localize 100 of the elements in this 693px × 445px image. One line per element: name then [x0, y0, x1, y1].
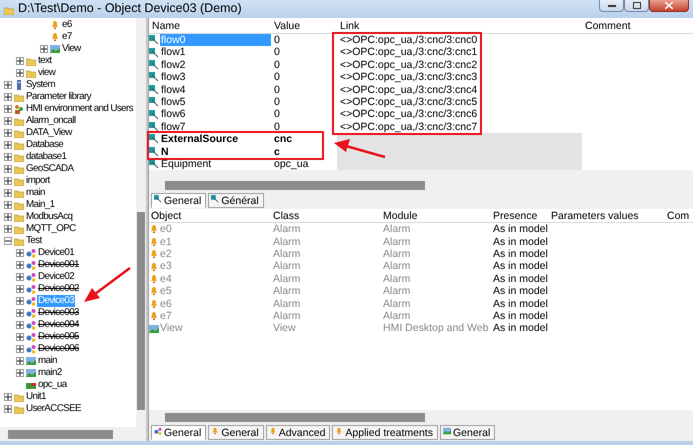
column-header[interactable]: Class: [271, 209, 381, 224]
tree-item[interactable]: view: [37, 67, 56, 79]
column-header[interactable]: Parameters values: [549, 209, 665, 224]
tree-item[interactable]: DATA_View: [25, 127, 73, 139]
table-cell[interactable]: e4: [160, 272, 172, 286]
tree-item[interactable]: opc_ua: [37, 379, 68, 391]
tree-item[interactable]: Main_1: [25, 199, 56, 211]
tree-item[interactable]: Device004: [37, 319, 80, 331]
tree-item[interactable]: Unit1: [25, 391, 47, 403]
tree-item[interactable]: Device003: [37, 307, 80, 319]
tree-item[interactable]: ModbusAcq: [25, 211, 74, 223]
tree-item[interactable]: Device006: [37, 343, 80, 355]
tree-item[interactable]: e6: [61, 19, 73, 31]
expander-button[interactable]: [4, 93, 12, 101]
column-header[interactable]: Link: [337, 18, 582, 34]
expander-button[interactable]: [4, 105, 12, 113]
expander-button[interactable]: [16, 273, 24, 281]
tab[interactable]: General: [151, 425, 206, 440]
tree-item[interactable]: Device002: [37, 283, 80, 295]
expander-button[interactable]: [4, 177, 12, 185]
tab[interactable]: General: [151, 193, 206, 208]
tree-item[interactable]: database1: [25, 151, 68, 163]
tree-item[interactable]: main: [37, 355, 58, 367]
tree-item[interactable]: Device02: [37, 271, 76, 283]
tab[interactable]: General: [208, 425, 264, 440]
expander-button[interactable]: [4, 153, 12, 161]
table-cell[interactable]: flow5: [160, 96, 271, 108]
table-cell[interactable]: flow3: [160, 71, 271, 84]
tree-item[interactable]: main: [25, 187, 46, 199]
expander-button[interactable]: [16, 333, 24, 341]
table-cell[interactable]: ExternalSource: [160, 133, 271, 146]
tree-item[interactable]: View: [61, 43, 82, 55]
tab[interactable]: Général: [208, 193, 264, 208]
expander-button[interactable]: [4, 201, 12, 209]
table-cell[interactable]: Equipment: [160, 158, 271, 170]
expander-button[interactable]: [16, 345, 24, 353]
close-button[interactable]: [649, 0, 689, 12]
table-cell[interactable]: flow6: [160, 108, 271, 121]
expander-button[interactable]: [16, 69, 24, 77]
table-cell[interactable]: flow1: [160, 46, 271, 59]
tree-item[interactable]: Database: [25, 139, 64, 151]
table-cell[interactable]: e3: [160, 260, 172, 273]
column-header[interactable]: Presence: [491, 209, 549, 224]
table-cell[interactable]: e1: [160, 236, 172, 248]
expander-button[interactable]: [4, 213, 12, 221]
tree-item[interactable]: import: [25, 175, 51, 187]
expander-button[interactable]: [16, 357, 24, 365]
table-cell[interactable]: flow2: [160, 58, 271, 72]
expander-button[interactable]: [16, 249, 24, 257]
tree-item[interactable]: Alarm_oncall: [25, 115, 76, 127]
vertical-scrollbar[interactable]: [136, 18, 146, 427]
tree-item[interactable]: Device001: [37, 259, 80, 271]
expander-button[interactable]: [40, 45, 48, 53]
expander-button[interactable]: [16, 285, 24, 293]
tree-item[interactable]: GeoSCADA: [25, 163, 74, 175]
expander-button[interactable]: [4, 165, 12, 173]
expander-button[interactable]: [16, 57, 24, 65]
tree-item[interactable]: HMI environment and Users: [25, 103, 134, 115]
column-header[interactable]: Object: [149, 209, 271, 224]
expander-button[interactable]: [16, 261, 24, 269]
expander-button[interactable]: [4, 81, 12, 89]
expander-button[interactable]: [4, 225, 12, 233]
horizontal-scrollbar[interactable]: [0, 427, 146, 441]
tree-item[interactable]: e7: [61, 31, 73, 43]
expander-button[interactable]: [4, 129, 12, 137]
expander-button[interactable]: [16, 297, 24, 305]
scrollbar-thumb[interactable]: [137, 212, 145, 410]
minimize-button[interactable]: [599, 0, 624, 12]
tab[interactable]: Applied treatments: [332, 425, 438, 440]
expander-button[interactable]: [4, 117, 12, 125]
column-header[interactable]: Comment: [582, 18, 693, 34]
table-cell[interactable]: N: [160, 146, 271, 158]
expander-button[interactable]: [4, 189, 12, 197]
tab[interactable]: General: [440, 425, 496, 440]
scrollbar-thumb[interactable]: [165, 412, 425, 422]
expander-button[interactable]: [16, 369, 24, 377]
expander-button[interactable]: [4, 393, 12, 401]
column-header[interactable]: Value: [271, 18, 337, 34]
maximize-button[interactable]: [624, 0, 649, 12]
expander-button[interactable]: [4, 237, 12, 245]
table-cell[interactable]: flow4: [160, 84, 271, 96]
tree-item[interactable]: Parameter library: [25, 91, 92, 103]
tree-item[interactable]: text: [37, 55, 52, 67]
table-cell[interactable]: flow7: [160, 120, 271, 134]
tree-item[interactable]: Device01: [37, 247, 76, 259]
tree-item[interactable]: MQTT_OPC: [25, 223, 77, 235]
tree-item[interactable]: Test: [25, 235, 43, 247]
expander-button[interactable]: [4, 405, 12, 413]
scrollbar-thumb[interactable]: [8, 430, 113, 438]
tree-item[interactable]: Device005: [37, 331, 80, 343]
expander-button[interactable]: [16, 321, 24, 329]
column-header[interactable]: Com: [665, 209, 693, 224]
column-header[interactable]: Module: [381, 209, 491, 224]
expander-button[interactable]: [4, 141, 12, 149]
tree-item[interactable]: main2: [37, 367, 63, 379]
scrollbar-thumb[interactable]: [165, 180, 425, 190]
expander-button[interactable]: [16, 309, 24, 317]
tree-item[interactable]: UserACCSEE: [25, 403, 82, 415]
tree-item[interactable]: System: [25, 79, 56, 91]
tab[interactable]: Advanced: [266, 425, 330, 440]
